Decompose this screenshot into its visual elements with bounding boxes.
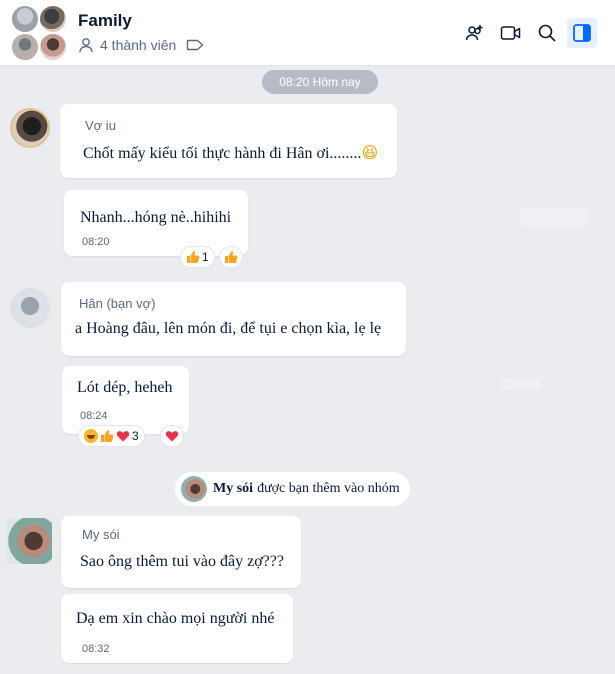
message-time: 08:24 [80,410,108,422]
message-time: 08:20 [82,236,110,248]
search-icon [538,24,556,42]
like-icon [225,251,238,263]
heart-icon [165,431,179,442]
message-bubble[interactable]: Lót dép, heheh 08:24 [62,366,189,434]
react-button[interactable] [160,425,184,447]
message-text: Lót dép, heheh [77,379,173,396]
sender-name: My sói [82,527,120,542]
member-avatar [10,32,40,62]
laugh-emoji: 😆 [361,143,379,162]
reaction-count: 1 [202,250,209,264]
heart-icon [116,431,130,442]
background-artifact [500,378,542,390]
add-member-icon [465,25,483,41]
message-text: a Hoàng đâu, lên món đi, để tụi e chọn k… [75,320,382,337]
video-call-icon [500,26,521,40]
member-avatar [38,32,68,62]
sender-name: Vợ iu [85,118,116,133]
message-bubble[interactable]: Nhanh...hóng nè..hihihi 08:20 [64,190,248,256]
avatar[interactable] [10,288,50,328]
group-title[interactable]: Family [78,11,132,31]
avatar[interactable] [10,108,50,148]
user-icon [79,38,93,53]
sidebar-toggle-icon [573,24,591,42]
avatar[interactable] [6,518,52,564]
reaction-count: 3 [132,429,139,443]
date-divider: 08:20 Hôm nay [262,70,378,94]
sidebar-toggle-button[interactable] [567,18,597,48]
reaction-summary[interactable]: 3 [78,425,145,447]
react-button[interactable] [219,246,243,268]
message-bubble[interactable]: My sói Sao ông thêm tui vào đây zợ??? [61,516,301,588]
notice-text: được bạn thêm vào nhóm [257,481,400,496]
chat-header: Family 4 thành viên [0,0,615,66]
sender-name: Hân (bạn vợ) [79,296,156,311]
member-avatar [38,4,68,34]
message-bubble[interactable]: Hân (bạn vợ) a Hoàng đâu, lên món đi, để… [61,282,406,356]
message-text: Chốt mấy kiểu tối thực hành đi Hân ơi...… [83,143,379,162]
reaction-summary[interactable]: 1 [180,246,215,268]
like-icon [187,251,200,263]
message-bubble[interactable]: Dạ em xin chào mọi người nhé 08:32 [61,594,293,663]
member-avatar [10,4,40,34]
laugh-icon [84,429,98,443]
video-call-button[interactable] [496,18,526,48]
notice-name[interactable]: My sói [213,481,253,497]
search-button[interactable] [532,18,562,48]
member-count[interactable]: 4 thành viên [78,37,210,53]
notice-avatar [181,476,207,502]
message-bubble[interactable]: Vợ iu Chốt mấy kiểu tối thực hành đi Hân… [60,104,397,178]
message-time: 08:32 [82,643,110,655]
like-icon [101,430,114,442]
message-text: Dạ em xin chào mọi người nhé [76,610,275,627]
tag-icon[interactable] [186,39,204,51]
member-count-label: 4 thành viên [100,37,177,53]
background-artifact [520,207,590,227]
group-avatar[interactable] [10,4,72,62]
message-text: Nhanh...hóng nè..hihihi [80,209,232,226]
message-text: Sao ông thêm tui vào đây zợ??? [80,553,284,570]
add-member-button[interactable] [460,18,490,48]
system-notice: My sói được bạn thêm vào nhóm [175,472,410,506]
